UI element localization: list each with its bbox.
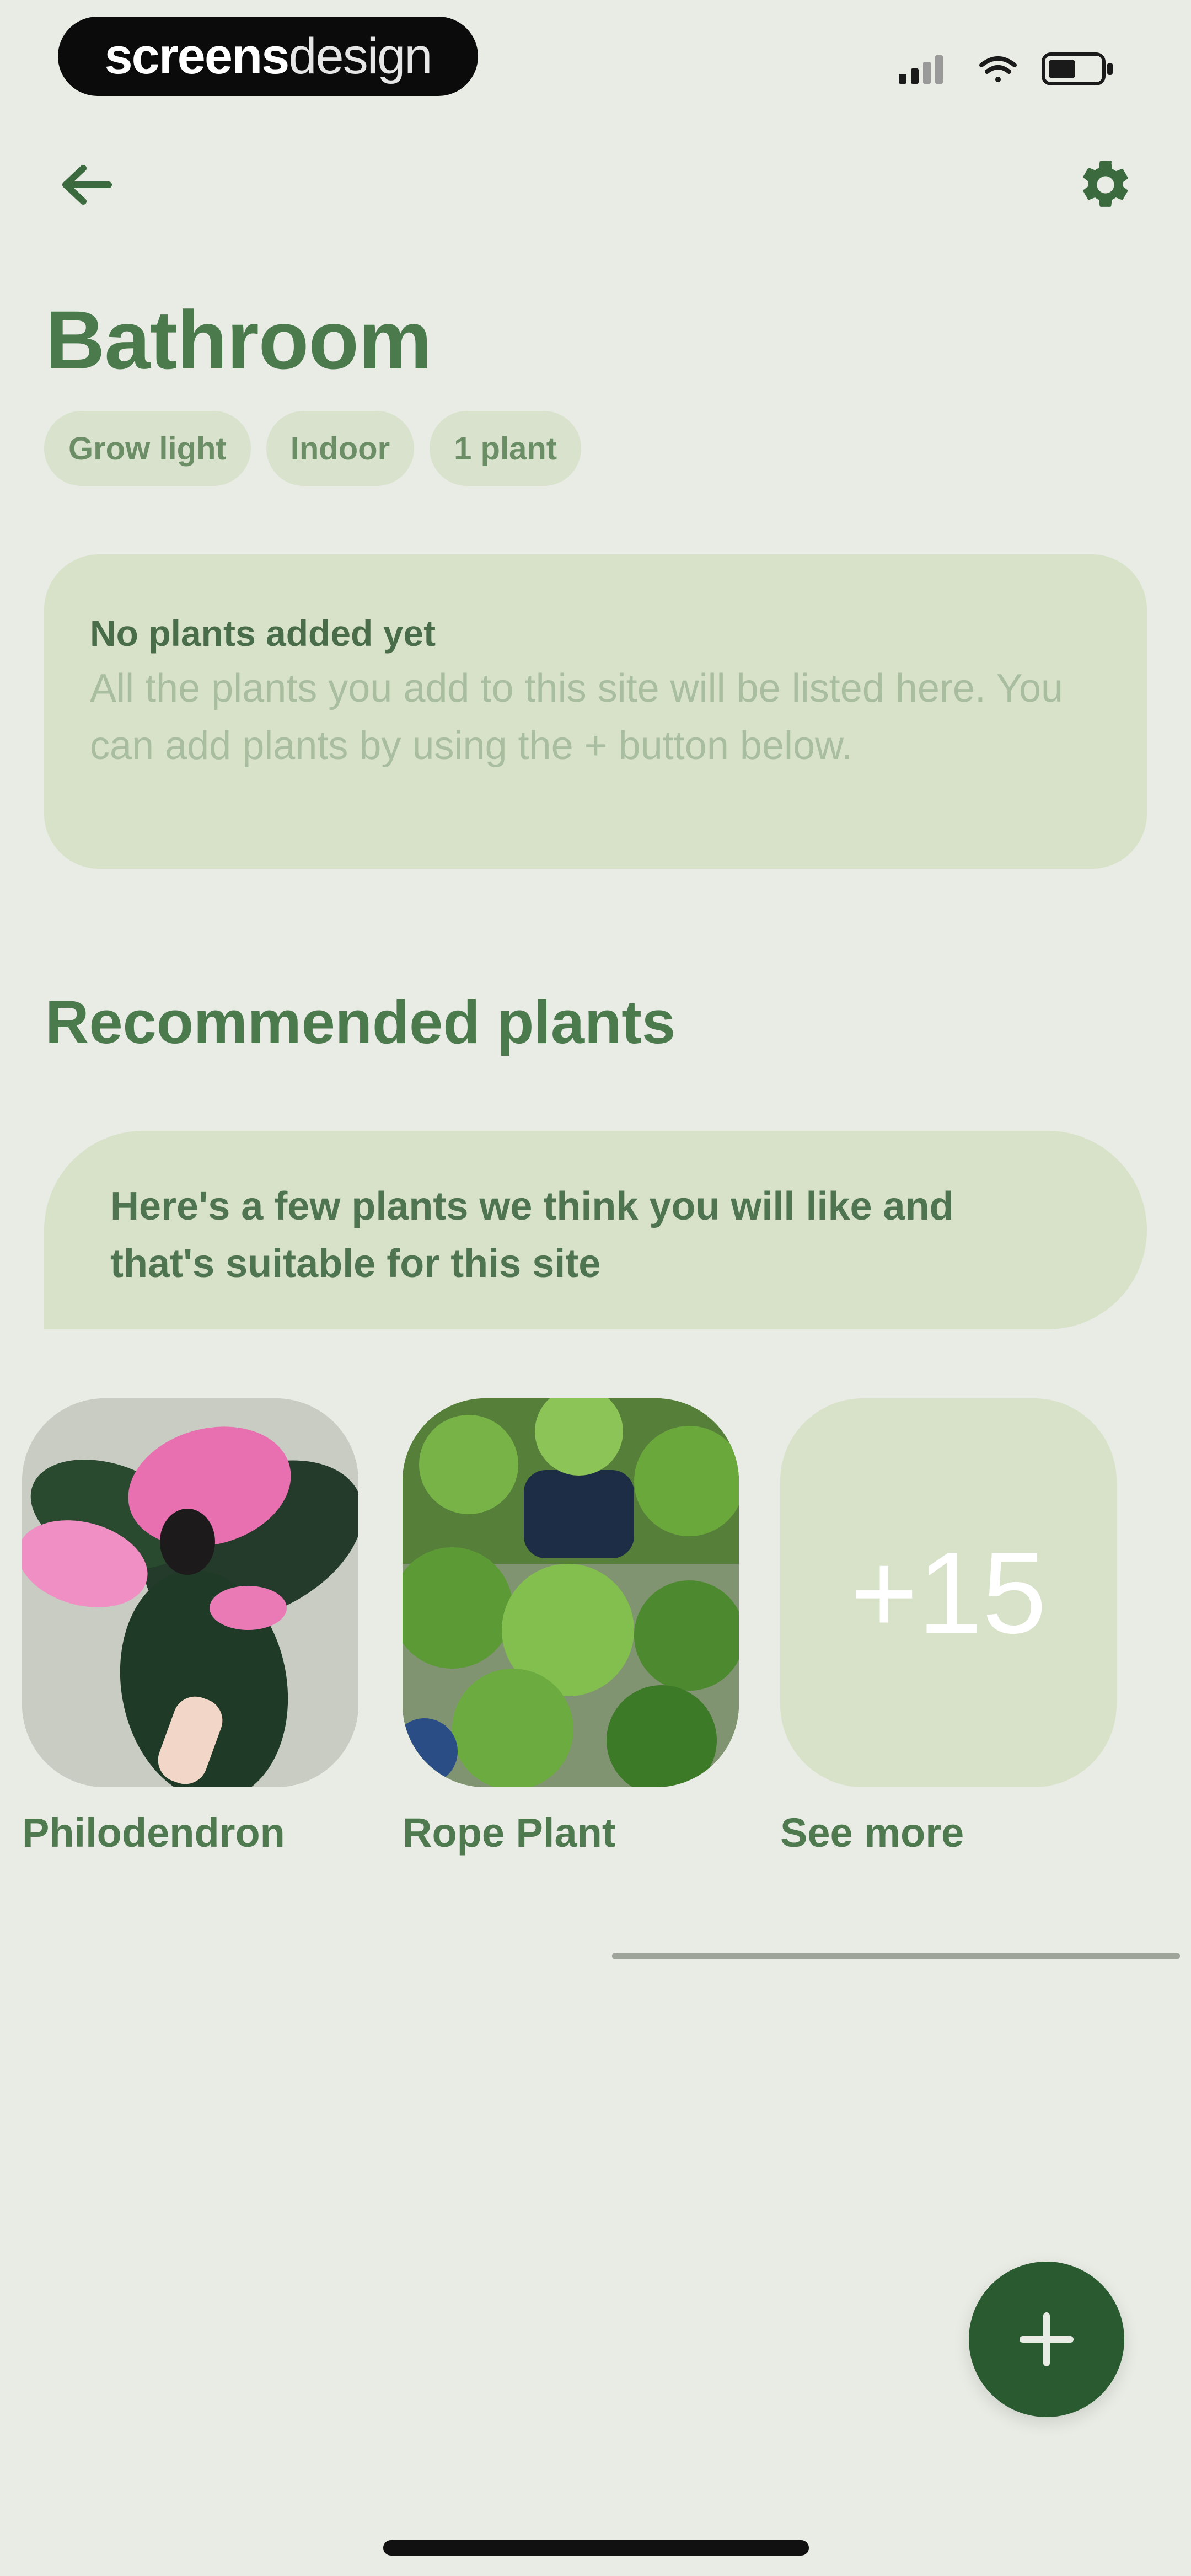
see-more-count: +15 — [780, 1398, 1117, 1787]
empty-state-body: All the plants you add to this site will… — [90, 666, 1064, 768]
tag-grow-light: Grow light — [44, 411, 251, 486]
see-more-label: See more — [780, 1810, 964, 1856]
site-tags: Grow light Indoor 1 plant — [44, 411, 582, 486]
status-icons — [899, 50, 1119, 88]
plant-image-rope-plant — [403, 1398, 739, 1787]
plant-image-philodendron — [22, 1398, 358, 1787]
add-plant-button[interactable] — [969, 2262, 1124, 2417]
settings-button[interactable] — [1075, 154, 1136, 215]
recommended-banner: Here's a few plants we think you will li… — [44, 1131, 1147, 1329]
brand-logo-text-2: design — [288, 28, 432, 84]
gear-icon — [1083, 161, 1128, 207]
brand-logo: screens design — [58, 17, 478, 96]
plant-card-rope-plant[interactable]: Rope Plant — [403, 1398, 739, 1856]
tag-plant-count: 1 plant — [430, 411, 582, 486]
empty-state-title: No plants added yet — [90, 613, 436, 654]
plus-icon — [1020, 2312, 1074, 2366]
battery-icon — [1042, 52, 1113, 85]
home-indicator — [383, 2540, 809, 2556]
recommended-title: Recommended plants — [45, 988, 676, 1056]
brand-logo-text-1: screens — [104, 28, 290, 84]
wifi-icon — [979, 56, 1017, 82]
horizontal-scrollbar[interactable] — [612, 1953, 1180, 1959]
plant-name-philodendron: Philodendron — [22, 1810, 285, 1856]
page-title: Bathroom — [45, 293, 432, 386]
signal-icon — [899, 55, 943, 84]
arrow-left-icon — [62, 165, 112, 205]
see-more-card[interactable]: +15 See more — [780, 1398, 1117, 1856]
tag-indoor: Indoor — [266, 411, 415, 486]
plant-card-philodendron[interactable]: Philodendron — [22, 1398, 358, 1856]
back-button[interactable] — [50, 154, 121, 215]
empty-state-card: No plants added yet All the plants you a… — [44, 554, 1147, 869]
plant-name-rope-plant: Rope Plant — [403, 1810, 616, 1856]
